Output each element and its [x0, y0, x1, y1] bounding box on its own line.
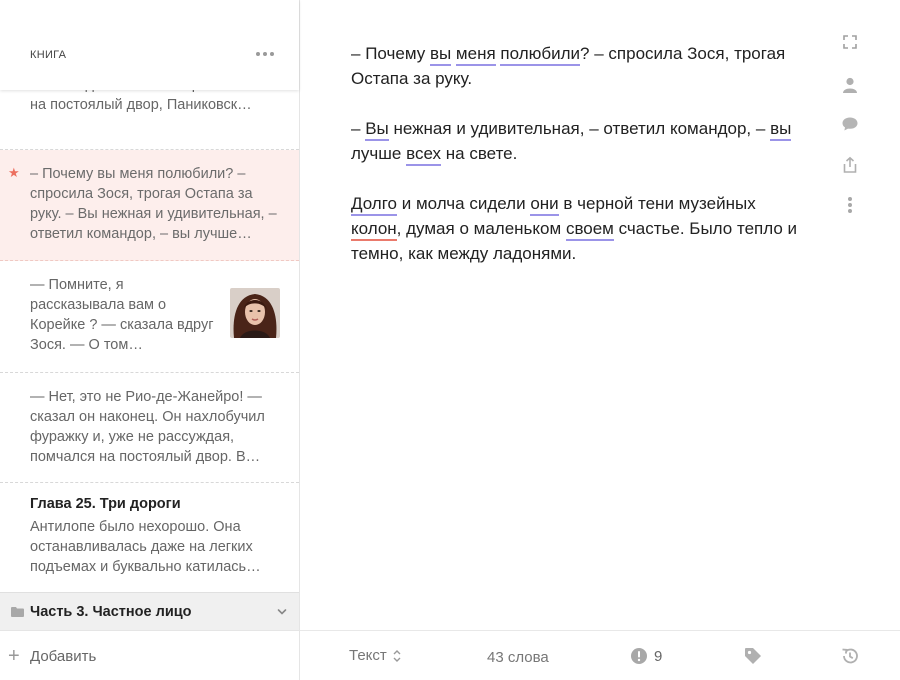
share-button[interactable]	[838, 153, 862, 177]
word: за	[413, 69, 431, 88]
chapter-title: Глава 25. Три дороги	[30, 496, 181, 512]
word: и	[401, 194, 412, 213]
word: счастье	[618, 219, 680, 238]
word: удивительная	[470, 119, 580, 138]
word: на	[445, 144, 465, 163]
word: Почему	[365, 44, 426, 63]
word: Остапа	[351, 69, 409, 88]
editor-paragraph[interactable]: Долго и молча сидели они в черной тени м…	[351, 191, 801, 266]
style-marked-word: вы	[429, 44, 452, 66]
word: темно	[351, 244, 399, 263]
sidebar-more-button[interactable]	[252, 44, 278, 64]
style-marked-word: своем	[565, 219, 614, 241]
issues-button[interactable]: 9	[630, 647, 662, 665]
style-marked-word: Вы	[365, 119, 389, 141]
sidebar-title: КНИГА	[30, 49, 67, 61]
entry-preview: Антилопе было нехорошо. Она останавливал…	[30, 519, 261, 575]
word-count: 43 слова	[487, 649, 549, 666]
comment-button[interactable]	[838, 112, 862, 136]
word: маленьком	[473, 219, 562, 238]
list-item-chapter[interactable]: Глава 25. Три дороги Антилопе было нехор…	[0, 483, 299, 592]
word: лучше	[351, 144, 402, 163]
list-item[interactable]: — Помните, я рассказывала вам о Корейке …	[0, 261, 299, 373]
style-marked-word: полюбили	[500, 44, 581, 66]
dot-icon	[256, 52, 260, 56]
word: музейных	[678, 194, 756, 213]
word: ответил	[603, 119, 666, 138]
word: командор	[669, 119, 747, 138]
mode-select[interactable]: Текст	[349, 647, 401, 664]
editor[interactable]: – Почему вы меня полюбили? – спросила Зо…	[300, 0, 900, 630]
word: и	[787, 219, 798, 238]
word: тени	[638, 194, 674, 213]
warning-icon	[631, 648, 647, 664]
tag-icon	[745, 648, 761, 664]
word: свете	[469, 144, 513, 163]
chevron-down-icon[interactable]	[276, 607, 288, 617]
sidebar-entry-list[interactable]: ... последовавшие за переселением на пос…	[0, 60, 299, 592]
entry-preview: — Помните, я рассказывала вам о Корейке …	[30, 277, 214, 353]
dot-icon	[270, 52, 274, 56]
entry-preview: – Почему вы меня полюбили? – спросила Зо…	[30, 166, 277, 242]
word: между	[437, 244, 489, 263]
issues-count: 9	[654, 647, 663, 665]
style-marked-word: всех	[406, 144, 442, 166]
history-button[interactable]	[840, 646, 860, 666]
word: о	[459, 219, 469, 238]
sidebar-footer: + Добавить	[0, 630, 299, 680]
word: спросила	[608, 44, 683, 63]
spelling-marked-word: колон	[351, 219, 397, 241]
folder-icon	[11, 607, 24, 617]
add-button[interactable]: + Добавить	[8, 645, 96, 667]
word: руку	[435, 69, 468, 88]
word: молча	[415, 194, 465, 213]
word: как	[408, 244, 433, 263]
word: в	[563, 194, 573, 213]
plus-icon: +	[8, 645, 20, 667]
star-icon: ★	[8, 165, 20, 180]
fullscreen-icon	[843, 35, 857, 49]
sidebar: ... последовавшие за переселением на пос…	[0, 0, 300, 680]
word: трогая	[734, 44, 786, 63]
part-label: Часть 3. Частное лицо	[30, 604, 192, 620]
editor-paragraph[interactable]: – Вы нежная и удивительная, – ответил ко…	[351, 116, 801, 166]
updown-arrows-icon	[393, 649, 401, 662]
more-vertical-icon	[848, 197, 852, 213]
person-icon	[843, 77, 857, 93]
comment-icon	[842, 117, 858, 131]
editor-text[interactable]: – Почему вы меня полюбили? – спросила Зо…	[351, 41, 801, 291]
word: тепло	[736, 219, 783, 238]
style-marked-word: они	[530, 194, 559, 216]
word: ладонями	[492, 244, 572, 263]
style-marked-word: вы	[770, 119, 792, 141]
style-marked-word: Долго	[351, 194, 397, 216]
share-icon	[843, 156, 857, 173]
dot-icon	[263, 52, 267, 56]
part-row[interactable]: Часть 3. Частное лицо	[0, 592, 299, 630]
fullscreen-button[interactable]	[838, 30, 862, 54]
list-item[interactable]: — Нет, это не Рио-де-Жанейро! — сказал о…	[0, 373, 299, 483]
word: и	[456, 119, 466, 138]
word: сидели	[469, 194, 526, 213]
profile-button[interactable]	[838, 73, 862, 97]
word: думая	[406, 219, 455, 238]
portrait-thumbnail	[230, 288, 280, 338]
editor-paragraph[interactable]: – Почему вы меня полюбили? – спросила Зо…	[351, 41, 801, 91]
style-marked-word: меня	[455, 44, 496, 66]
bottom-bar: Текст 43 слова 9	[300, 630, 900, 680]
sidebar-header: КНИГА	[0, 0, 299, 90]
right-toolbar	[838, 0, 868, 630]
tag-button[interactable]	[743, 646, 763, 666]
history-icon	[842, 648, 858, 664]
word: Зося	[687, 44, 725, 63]
word: нежная	[393, 119, 452, 138]
word: черной	[577, 194, 634, 213]
mode-label: Текст	[349, 647, 387, 664]
word: Было	[689, 219, 733, 238]
entry-preview: — Нет, это не Рио-де-Жанейро! — сказал о…	[30, 389, 265, 465]
add-label: Добавить	[30, 647, 97, 665]
more-button[interactable]	[838, 193, 862, 217]
list-item-selected[interactable]: ★ – Почему вы меня полюбили? – спросила …	[0, 150, 299, 261]
